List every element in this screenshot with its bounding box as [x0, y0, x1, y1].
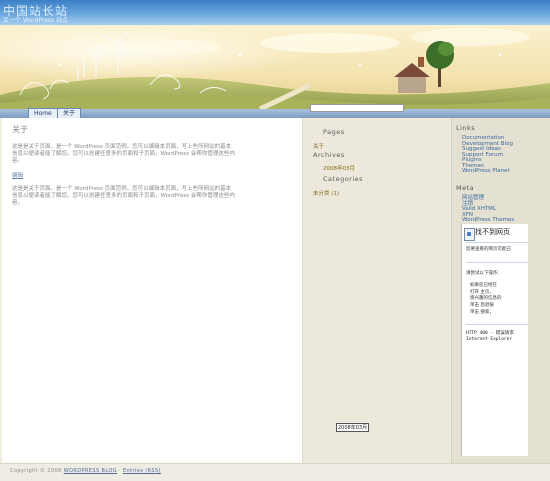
edit-link[interactable]: 编辑 — [12, 171, 23, 179]
pages-item-about[interactable]: 关于 — [313, 142, 324, 150]
post-paragraph-line: 容。 — [12, 158, 24, 164]
footer-separator: · — [118, 468, 121, 474]
header-banner-image — [0, 25, 550, 109]
archives-item-2008-03[interactable]: 2008年03月 — [323, 164, 355, 172]
post-paragraph-line: 这是是关于页面。是一个 WordPress 页面范例。您可以编辑本页面，写上些所… — [12, 186, 232, 192]
post-paragraph-line: 信息以便读者能了解您。您可以创建任意多的页面和子页面，WordPress 会帮你… — [12, 193, 235, 199]
calendar-caption: 2008年03月 — [336, 423, 370, 432]
pages-heading: Pages — [323, 128, 345, 136]
post-paragraph-2: 这是是关于页面。是一个 WordPress 页面范例。您可以编辑本页面，写上些所… — [12, 186, 297, 207]
page-not-found-icon — [464, 228, 475, 241]
meta-heading: Meta — [456, 184, 475, 192]
divider — [466, 262, 528, 263]
categories-heading: Categories — [323, 175, 364, 183]
post-paragraph-line: 容。 — [12, 200, 24, 206]
error-text: 请尝试以下操作： — [466, 271, 502, 276]
error-code: HTTP 400 - 错误请求 — [466, 331, 514, 336]
nav-tab-about[interactable]: 关于 — [57, 108, 82, 118]
error-browser: Internet Explorer — [466, 337, 513, 342]
footer-text: Copyright © 2008 WORDPRESS BLOG · Entrie… — [10, 468, 161, 474]
footer-blog-link[interactable]: WORDPRESS BLOG — [64, 468, 117, 474]
site-description: 又一个 WordPress 站点 — [3, 17, 69, 24]
links-item-wordpress-planet[interactable]: WordPress Planet — [462, 168, 510, 175]
links-heading: Links — [456, 124, 476, 132]
error-bullet[interactable]: 单击 后退按 — [470, 302, 494, 308]
divider — [466, 242, 528, 243]
post-paragraph-line: 信息以便读者能了解您。您可以创建任意多的页面和子页面，WordPress 会帮你… — [12, 151, 235, 157]
post-paragraph-line: 这是是关于页面。是一个 WordPress 页面范例。您可以编辑本页面，写上些所… — [12, 144, 232, 150]
main-navigation: Home 关于 — [0, 108, 550, 118]
meta-item-wordpress-themes[interactable]: WordPress Themes — [462, 217, 514, 224]
archives-heading: Archives — [313, 151, 345, 159]
error-title: 找不到网页 — [475, 228, 510, 236]
copyright-text: Copyright © 2008 — [10, 468, 62, 474]
error-bullet: 如果您已经在 — [470, 283, 497, 288]
page-title: 关于 — [12, 125, 28, 134]
nav-tab-home[interactable]: Home — [28, 108, 58, 118]
search-input[interactable] — [310, 104, 404, 112]
main-content: 关于 这是是关于页面。是一个 WordPress 页面范例。您可以编辑本页面，写… — [2, 118, 303, 463]
divider — [466, 324, 528, 325]
header-bar: 中国站长站 又一个 WordPress 站点 — [0, 0, 550, 25]
error-text: 您要查看的网页可能已 — [466, 247, 511, 252]
categories-item-uncategorized[interactable]: 未分类 (1) — [313, 189, 339, 197]
footer-entries-rss-link[interactable]: Entries (RSS) — [123, 468, 161, 474]
post-paragraph-1: 这是是关于页面。是一个 WordPress 页面范例。您可以编辑本页面，写上些所… — [12, 144, 297, 165]
error-bullet: 感兴趣的信息的 — [470, 296, 502, 301]
embedded-error-frame: 找不到网页 您要查看的网页可能已 请尝试以下操作： 如果您已经在 打开 主页， … — [461, 224, 528, 456]
footer: Copyright © 2008 WORDPRESS BLOG · Entrie… — [0, 463, 550, 481]
error-bullet[interactable]: 单击 搜索， — [470, 309, 494, 315]
middle-sidebar: Pages 关于 Archives 2008年03月 Categories 未分… — [303, 118, 450, 463]
